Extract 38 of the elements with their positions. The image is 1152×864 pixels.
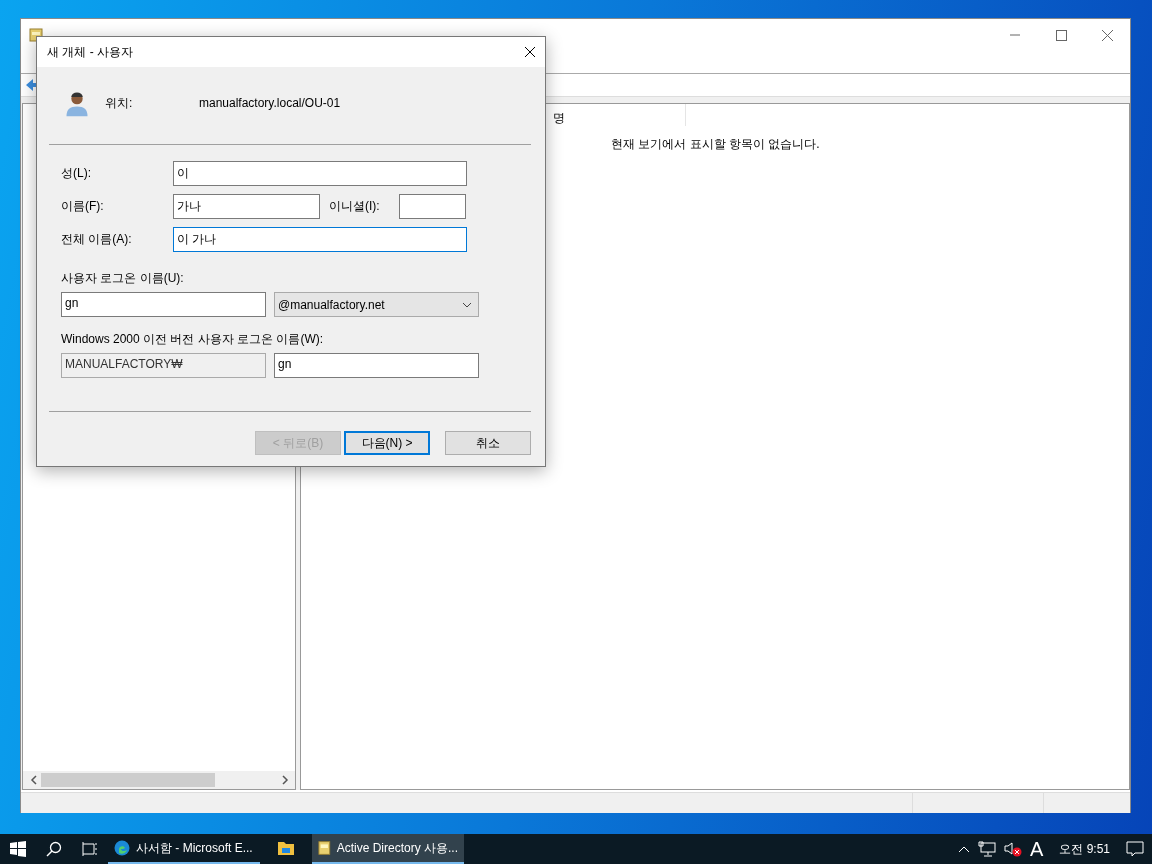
field-label: 전체 이름(A):: [61, 231, 133, 248]
field-label: 사용자 로그온 이름(U):: [61, 271, 184, 285]
input-field[interactable]: 이: [173, 161, 467, 186]
app-icon: [318, 840, 331, 856]
taskbar-label: Active Directory 사용...: [336, 839, 458, 857]
location-path: manualfactory.local/OU-01: [199, 96, 341, 110]
location-label: 위치:: [105, 94, 134, 112]
browser-icon: [114, 840, 130, 856]
input-field[interactable]: 가나: [173, 194, 320, 219]
field-label: 이름(F):: [61, 198, 105, 215]
taskbar-label: 사서함 - Microsoft E...: [136, 839, 253, 857]
input-field[interactable]: gn: [274, 353, 479, 378]
input-mode-indicator[interactable]: A: [1029, 837, 1044, 861]
chevron-down-icon: [462, 301, 472, 308]
start-button[interactable]: [10, 841, 26, 857]
field-label: Windows 2000 이전 버전 사용자 로그온 이름(W):: [61, 332, 324, 346]
notification-icon[interactable]: [1126, 841, 1144, 857]
dialog-title: 새 개체 - 사용자: [47, 43, 133, 61]
muted-speaker-icon[interactable]: [1003, 841, 1022, 857]
network-icon[interactable]: [977, 841, 996, 857]
horizontal-scrollbar[interactable]: [23, 771, 295, 789]
dialog-button[interactable]: 취소: [445, 431, 531, 455]
chevron-up-icon[interactable]: [957, 845, 970, 853]
taskbar-button[interactable]: 사서함 - Microsoft E...: [108, 834, 260, 864]
column-header[interactable]: 명: [553, 111, 565, 125]
field-label: 이니셜(I):: [329, 198, 381, 215]
dialog-button[interactable]: 다음(N) >: [344, 431, 430, 455]
field-label: 성(L):: [61, 165, 92, 182]
taskbar-button[interactable]: Active Directory 사용...: [312, 834, 464, 864]
input-field[interactable]: gn: [61, 292, 266, 317]
folder-icon: [277, 840, 295, 856]
domain-dropdown[interactable]: @manualfactory.net: [274, 292, 479, 317]
input-field[interactable]: 이 가나: [173, 227, 467, 252]
clock[interactable]: 오전 9:51: [1051, 840, 1118, 858]
search-icon[interactable]: [46, 841, 62, 857]
input-field[interactable]: [399, 194, 466, 219]
task-view-icon[interactable]: [82, 841, 98, 857]
empty-message: 현재 보기에서 표시할 항목이 없습니다.: [610, 136, 821, 153]
